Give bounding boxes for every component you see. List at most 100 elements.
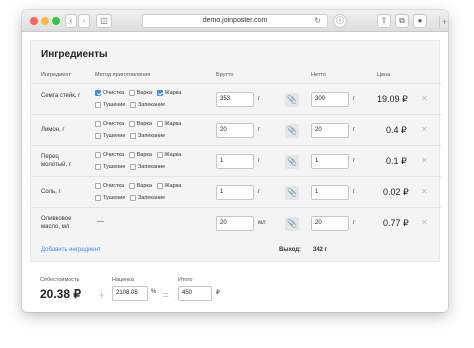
method-bake-checkbox[interactable]: Запекание [129, 100, 165, 110]
gross-unit: г [258, 158, 261, 164]
net-input[interactable]: 20 [311, 216, 349, 231]
minimize-window-button[interactable] [41, 17, 49, 25]
reload-icon[interactable]: ↻ [314, 15, 321, 27]
method-clean-checkbox[interactable]: Очистка [95, 150, 124, 160]
gross-input[interactable]: 353 [216, 92, 254, 107]
method-stew-checkbox[interactable]: Тушение [95, 131, 125, 141]
ingredient-name: Семга стейк, г [41, 93, 81, 99]
method-fry-checkbox[interactable]: Жарка [156, 88, 181, 98]
method-bake-checkbox[interactable]: Запекание [129, 193, 165, 203]
net-unit: г [353, 158, 356, 164]
share-icon: ⇧ [380, 16, 388, 25]
paperclip-icon[interactable]: 📎 [285, 124, 299, 138]
markup-input[interactable]: 2108.05 [112, 286, 148, 301]
method-stew-checkbox[interactable]: Тушение [95, 100, 125, 110]
cooking-methods: Очистка Варка Жарка Тушение Запекание [95, 88, 184, 112]
method-clean-checkbox[interactable]: Очистка [95, 181, 124, 191]
method-fry-checkbox[interactable]: Жарка [156, 150, 181, 160]
remove-ingredient-icon[interactable]: ✕ [421, 125, 428, 134]
cooking-methods: Очистка Варка Жарка Тушение Запекание [95, 150, 184, 174]
method-clean-checkbox[interactable]: Очистка [95, 88, 124, 98]
method-bake-checkbox[interactable]: Запекание [129, 162, 165, 172]
remove-ingredient-icon[interactable]: ✕ [421, 187, 428, 196]
checkbox-icon [156, 152, 163, 158]
checkbox-icon [129, 195, 136, 201]
ingredient-price: 0.4 ₽ [386, 125, 407, 135]
column-header-method: Метод приготовления [95, 72, 151, 78]
net-input[interactable]: 300 [311, 92, 349, 107]
net-input[interactable]: 20 [311, 123, 349, 138]
yield-value: 342 г [313, 247, 328, 253]
net-unit: г [353, 127, 356, 133]
share-button[interactable]: ⇧ [377, 14, 391, 28]
column-header-ingredient: Ингредиент [41, 72, 71, 78]
close-window-button[interactable] [30, 17, 38, 25]
gross-input[interactable]: 20 [216, 216, 254, 231]
method-fry-checkbox[interactable]: Жарка [156, 181, 181, 191]
gross-unit: г [258, 96, 261, 102]
forward-button[interactable]: › [78, 14, 90, 28]
sidebar-button[interactable]: ◫ [96, 14, 112, 28]
net-input[interactable]: 1 [311, 154, 349, 169]
gross-input[interactable]: 1 [216, 154, 254, 169]
checkbox-icon [95, 121, 101, 127]
add-ingredient-link[interactable]: Добавить ингредиент [41, 247, 101, 253]
address-bar[interactable]: demo.joinposter.com ↻ [142, 14, 328, 28]
total-input[interactable]: 450 [178, 286, 212, 301]
net-input[interactable]: 1 [311, 185, 349, 200]
method-stew-checkbox[interactable]: Тушение [95, 162, 125, 172]
remove-ingredient-icon[interactable]: ✕ [421, 218, 428, 227]
back-button[interactable]: ‹ [65, 14, 77, 28]
column-header-gross: Брутто [216, 72, 234, 78]
gross-unit: мл [258, 220, 266, 226]
gross-input[interactable]: 1 [216, 185, 254, 200]
maximize-window-button[interactable] [52, 17, 60, 25]
checkbox-checked-icon [95, 90, 101, 96]
table-row: Перец молотый, г Очистка Варка Жарка Туш… [31, 145, 441, 176]
checkbox-icon [156, 121, 163, 127]
cooking-methods: Очистка Варка Жарка Тушение Запекание [95, 181, 184, 205]
method-stew-checkbox[interactable]: Тушение [95, 193, 125, 203]
checkbox-icon [128, 90, 135, 96]
paperclip-icon[interactable]: 📎 [285, 155, 299, 169]
checkbox-icon [95, 152, 101, 158]
ingredient-price: 0.1 ₽ [386, 156, 407, 166]
method-boil-checkbox[interactable]: Варка [128, 150, 152, 160]
download-icon: ● [417, 16, 423, 25]
download-button[interactable]: ● [413, 14, 427, 28]
cost-value: 20.38 ₽ [40, 287, 81, 301]
ingredient-name: Перец молотый, г [41, 154, 72, 168]
checkbox-icon [129, 133, 136, 139]
method-clean-checkbox[interactable]: Очистка [95, 119, 124, 129]
net-unit: г [353, 189, 356, 195]
checkbox-icon [95, 195, 101, 201]
checkbox-icon [95, 133, 101, 139]
paperclip-icon[interactable]: 📎 [285, 186, 299, 200]
info-button[interactable]: ⓘ [333, 14, 347, 28]
method-boil-checkbox[interactable]: Варка [128, 119, 152, 129]
method-boil-checkbox[interactable]: Варка [128, 181, 152, 191]
checkbox-icon [128, 183, 135, 189]
tabs-button[interactable]: ⧉ [395, 14, 409, 28]
gross-input[interactable]: 20 [216, 123, 254, 138]
net-unit: г [353, 220, 356, 226]
remove-ingredient-icon[interactable]: ✕ [421, 156, 428, 165]
browser-toolbar: ‹ › ◫ demo.joinposter.com ↻ ⓘ ⇧ ⧉ ● + [22, 10, 448, 32]
remove-ingredient-icon[interactable]: ✕ [421, 94, 428, 103]
cooking-methods: Очистка Варка Жарка Тушение Запекание [95, 119, 184, 143]
ingredient-price: 19.09 ₽ [377, 94, 408, 104]
checkbox-checked-icon [156, 90, 163, 96]
checkbox-icon [95, 102, 101, 108]
table-row: Лимон, г Очистка Варка Жарка Тушение Зап… [31, 114, 441, 145]
checkbox-icon [129, 164, 136, 170]
method-boil-checkbox[interactable]: Варка [128, 88, 152, 98]
paperclip-icon[interactable]: 📎 [285, 217, 299, 231]
tabs-icon: ⧉ [399, 16, 405, 25]
checkbox-icon [156, 183, 163, 189]
url-text: demo.joinposter.com [202, 17, 268, 24]
method-fry-checkbox[interactable]: Жарка [156, 119, 181, 129]
gross-unit: г [258, 189, 261, 195]
new-tab-button[interactable]: + [439, 16, 448, 28]
method-bake-checkbox[interactable]: Запекание [129, 131, 165, 141]
paperclip-icon[interactable]: 📎 [285, 93, 299, 107]
